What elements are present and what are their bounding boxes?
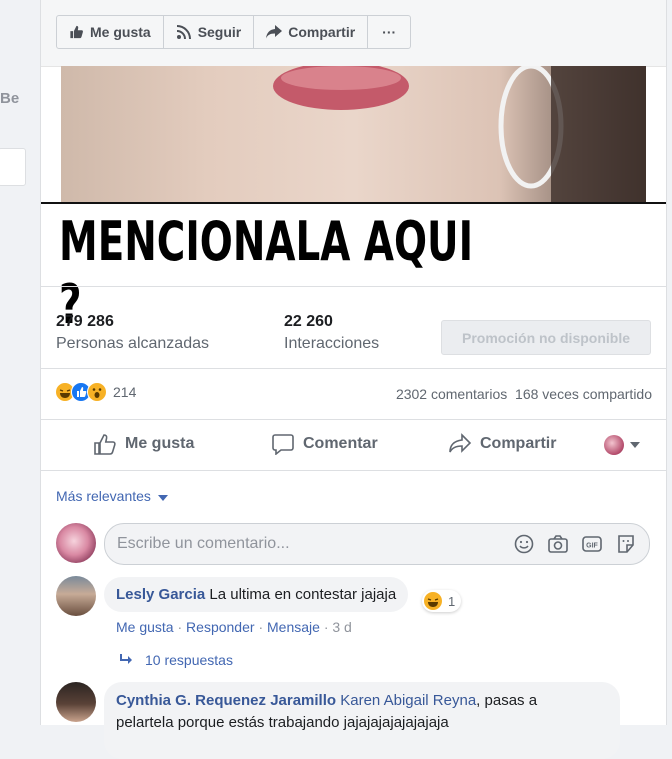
page-action-buttons: Me gusta Seguir Compartir ··· bbox=[56, 15, 412, 49]
comment-like-link[interactable]: Me gusta bbox=[116, 619, 174, 635]
post-photo[interactable] bbox=[61, 66, 646, 203]
divider bbox=[41, 286, 666, 287]
rss-icon bbox=[176, 25, 191, 40]
image-caption-banner: MENCIONALA AQUI ? bbox=[41, 202, 666, 336]
comment-text: , pasas a bbox=[476, 692, 538, 709]
comment-bubble-icon bbox=[272, 434, 294, 455]
comment-reaction-count: 1 bbox=[448, 593, 456, 609]
sticker-icon[interactable] bbox=[615, 533, 637, 555]
follow-button[interactable]: Seguir bbox=[164, 16, 255, 48]
emoji-icon[interactable] bbox=[513, 533, 535, 555]
promotion-button[interactable]: Promoción no disponible bbox=[441, 320, 651, 355]
comment-meta: Me gusta · Responder · Mensaje · 3 d bbox=[116, 619, 352, 635]
haha-icon bbox=[424, 592, 442, 610]
reactions-summary[interactable]: 214 bbox=[55, 382, 136, 402]
divider bbox=[41, 368, 666, 369]
reply-arrow-icon bbox=[120, 654, 132, 664]
replies-count: 10 respuestas bbox=[145, 652, 233, 668]
page-like-label: Me gusta bbox=[90, 24, 151, 40]
svg-text:GIF: GIF bbox=[586, 543, 598, 550]
comment-placeholder: Escribe un comentario... bbox=[117, 535, 290, 552]
comment-reply-link[interactable]: Responder bbox=[186, 619, 255, 635]
comment-message-link[interactable]: Mensaje bbox=[267, 619, 320, 635]
page-avatar-small bbox=[604, 435, 624, 455]
caret-down-icon bbox=[157, 495, 168, 501]
shares-count[interactable]: 168 veces compartido bbox=[515, 386, 652, 402]
more-options-button[interactable]: ··· bbox=[368, 16, 410, 48]
share-action-label: Compartir bbox=[480, 435, 557, 452]
page-share-label: Compartir bbox=[288, 24, 356, 40]
comment-sort-dropdown[interactable]: Más relevantes bbox=[56, 488, 168, 504]
comment-mention[interactable]: Karen Abigail Reyna bbox=[340, 692, 476, 709]
share-outline-icon bbox=[449, 433, 472, 453]
comment-action-label: Comentar bbox=[303, 435, 378, 452]
left-sidebar-strip: Be bbox=[0, 0, 40, 725]
page-share-button[interactable]: Compartir bbox=[254, 16, 369, 48]
comment-bubble: Cynthia G. Requenez Jaramillo Karen Abig… bbox=[104, 682, 620, 759]
engagement-stat: 22 260 Interacciones bbox=[284, 313, 379, 353]
share-action-button[interactable]: Compartir bbox=[448, 433, 556, 455]
engagement-value: 22 260 bbox=[284, 313, 333, 330]
comment-input-icons: GIF bbox=[513, 533, 637, 555]
comment-input[interactable]: Escribe un comentario... GIF bbox=[104, 523, 650, 565]
page-like-button[interactable]: Me gusta bbox=[57, 16, 164, 48]
comment-author[interactable]: Cynthia G. Requenez Jaramillo bbox=[116, 692, 336, 709]
follow-label: Seguir bbox=[197, 24, 242, 40]
reach-value: 279 286 bbox=[56, 313, 114, 330]
sidebar-box[interactable] bbox=[0, 148, 26, 186]
comment-action-button[interactable]: Comentar bbox=[271, 433, 378, 455]
page-avatar[interactable] bbox=[56, 523, 96, 563]
like-action-button[interactable]: Me gusta bbox=[93, 433, 194, 455]
caret-down-icon bbox=[630, 442, 640, 448]
comment-reaction-badge[interactable]: 1 bbox=[422, 590, 462, 612]
photo-lips-image bbox=[273, 66, 646, 203]
reach-stat: 279 286 Personas alcanzadas bbox=[56, 313, 209, 353]
comment-author[interactable]: Lesly Garcia bbox=[116, 586, 205, 603]
comment-text: La ultima en contestar jajaja bbox=[209, 586, 397, 603]
camera-icon[interactable] bbox=[547, 533, 569, 555]
comment-bubble: Lesly Garcia La ultima en contestar jaja… bbox=[104, 577, 409, 612]
share-arrow-icon bbox=[266, 25, 283, 39]
engagement-counts: 2302 comentarios 168 veces compartido bbox=[396, 386, 652, 402]
comments-count[interactable]: 2302 comentarios bbox=[396, 386, 507, 402]
engagement-label: Interacciones bbox=[284, 335, 380, 352]
post-card: Me gusta Seguir Compartir ··· MENCIONALA… bbox=[40, 0, 667, 759]
divider bbox=[41, 470, 666, 471]
comment-time[interactable]: 3 d bbox=[332, 619, 351, 635]
more-dots-icon: ··· bbox=[382, 24, 397, 40]
gif-icon[interactable]: GIF bbox=[581, 533, 603, 555]
reach-label: Personas alcanzadas bbox=[56, 335, 209, 352]
commenter-avatar[interactable] bbox=[56, 682, 96, 722]
like-action-label: Me gusta bbox=[125, 435, 195, 452]
wow-icon bbox=[87, 382, 107, 402]
reaction-count: 214 bbox=[113, 384, 137, 400]
comment-text-continued: pelartela porque estás trabajando jajaja… bbox=[116, 714, 449, 731]
thumbs-up-icon bbox=[70, 25, 83, 39]
sort-label: Más relevantes bbox=[56, 488, 151, 504]
commenter-avatar[interactable] bbox=[56, 576, 96, 616]
view-replies-link[interactable]: 10 respuestas bbox=[119, 652, 233, 668]
divider bbox=[41, 419, 666, 420]
sidebar-partial-text: Be bbox=[0, 90, 20, 107]
post-as-selector[interactable] bbox=[604, 435, 640, 455]
thumbs-up-outline-icon bbox=[94, 434, 116, 455]
